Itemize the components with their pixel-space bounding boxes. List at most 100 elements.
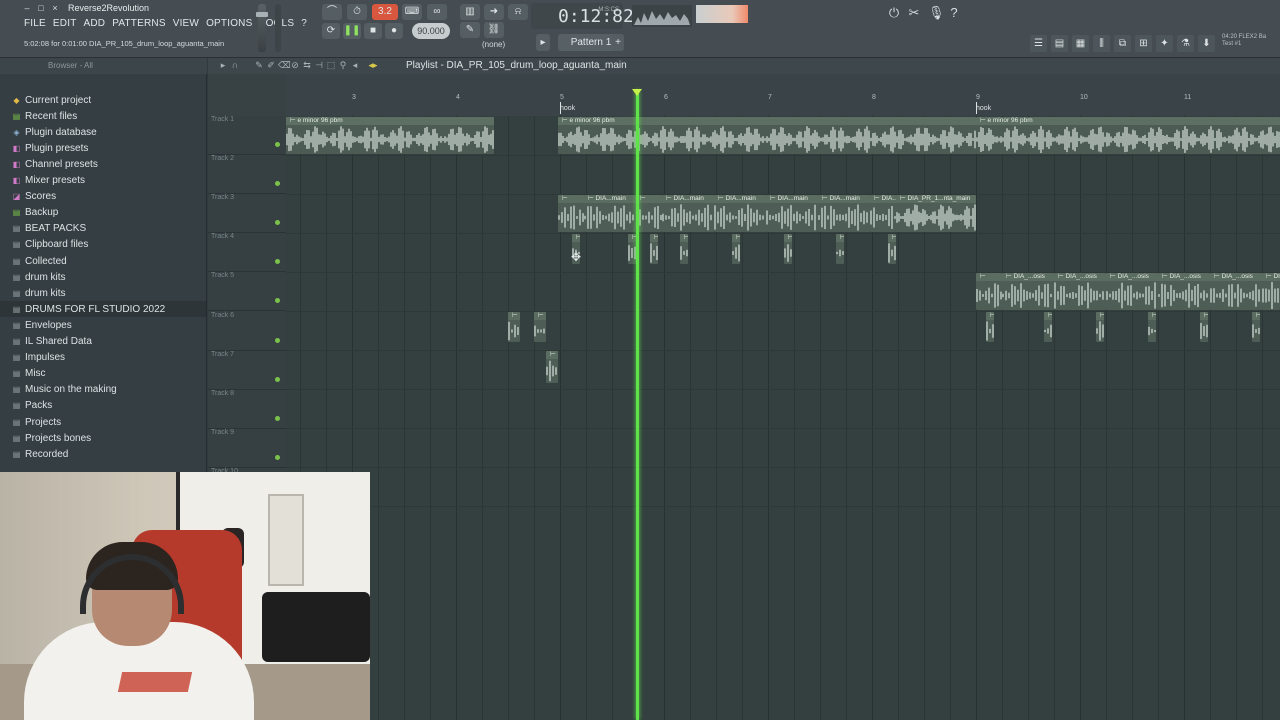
close-icon[interactable]: ×: [50, 3, 60, 13]
browser-icon[interactable]: ⊞: [1135, 35, 1152, 52]
mute-icon[interactable]: ⊘: [290, 60, 300, 71]
audio-clip[interactable]: ⊢: [836, 234, 844, 264]
browser-item[interactable]: ◪ Scores: [12, 189, 56, 205]
audio-clip[interactable]: ⊢: [636, 195, 662, 232]
track-enable-led[interactable]: [275, 142, 280, 147]
browser-item[interactable]: ▤ Projects: [12, 414, 61, 430]
restore-icon[interactable]: □: [36, 3, 46, 13]
pause-icon[interactable]: ❚❚: [343, 23, 361, 39]
clip-header[interactable]: ⊢: [986, 312, 994, 320]
audio-clip[interactable]: ⊢ e minor 96 pbm: [976, 117, 1280, 154]
help-icon[interactable]: ?: [948, 6, 960, 20]
clip-header[interactable]: ⊢: [1252, 312, 1260, 320]
track-enable-led[interactable]: [275, 220, 280, 226]
browser-item[interactable]: ▤ Envelopes: [12, 317, 72, 333]
arrow-icon[interactable]: ▸: [218, 60, 228, 71]
clip-header[interactable]: ⊢: [888, 234, 896, 242]
clip-header[interactable]: ⊢ DIA...main: [714, 195, 766, 203]
clip-header[interactable]: ⊢ DIA_...osis: [1106, 273, 1158, 281]
browser-item[interactable]: ◆ Current project: [12, 92, 91, 108]
clip-header[interactable]: ⊢: [628, 234, 636, 242]
browser-item[interactable]: ▤ drum kits: [12, 269, 66, 285]
track-header[interactable]: Track 2: [208, 155, 286, 195]
delete-icon[interactable]: ⌫: [278, 60, 291, 71]
browser-item[interactable]: ◧ Mixer presets: [12, 173, 85, 189]
draw-icon[interactable]: ✎: [254, 60, 264, 71]
audio-clip[interactable]: ⊢: [1148, 312, 1156, 342]
audio-clip[interactable]: ⊢ DIA_...osis: [1158, 273, 1210, 310]
clip-header[interactable]: ⊢: [534, 312, 546, 320]
track-header[interactable]: Track 9: [208, 429, 286, 468]
audio-clip[interactable]: ⊢: [508, 312, 520, 342]
stop-icon[interactable]: ■: [364, 23, 382, 39]
mixer-icon[interactable]: ⫼: [1093, 35, 1110, 52]
clip-header[interactable]: ⊢: [1044, 312, 1052, 320]
track-header[interactable]: Track 1: [208, 116, 286, 155]
browser-item[interactable]: ◧ Channel presets: [12, 156, 98, 172]
plugin-icon[interactable]: ⧉: [1114, 35, 1131, 52]
clip-header[interactable]: ⊢ DIA...main: [766, 195, 818, 203]
audio-clip[interactable]: ⊢ DIA...main: [818, 195, 870, 232]
clip-header[interactable]: ⊢: [558, 195, 584, 203]
time-counter[interactable]: 0:12:82 M:S:CS: [531, 3, 634, 29]
audio-clip[interactable]: ⊢: [1096, 312, 1104, 342]
clip-header[interactable]: ⊢: [572, 234, 580, 242]
clip-header[interactable]: ⊢: [1096, 312, 1104, 320]
audio-clip[interactable]: ⊢ DIA...main: [870, 195, 896, 232]
browser-title[interactable]: Browser - All: [48, 61, 93, 70]
track-enable-led[interactable]: [275, 337, 280, 343]
download-icon[interactable]: ⬇: [1198, 35, 1215, 52]
track-enable-led[interactable]: [275, 454, 280, 460]
select-icon[interactable]: ⬚: [326, 60, 336, 71]
clip-header[interactable]: ⊢ DIA_...osis: [1158, 273, 1210, 281]
browser-item[interactable]: ▤ Projects bones: [12, 430, 91, 446]
menu-add[interactable]: ADD: [84, 18, 106, 29]
audio-clip[interactable]: ⊢ DIA...main: [584, 195, 636, 232]
playlist-grid[interactable]: ⊢ e minor 96 pbm ⊢ e minor 96 pbm ⊢ e mino…: [286, 116, 1280, 720]
clip-header[interactable]: ⊢: [1200, 312, 1208, 320]
clip-header[interactable]: ⊢ e minor 96 pbm: [976, 117, 1280, 125]
audio-clip[interactable]: ⊢ DIA_...osis: [1002, 273, 1054, 310]
cpu-icon[interactable]: ⏻: [888, 6, 900, 20]
browser-item[interactable]: ▤ Packs: [12, 398, 53, 414]
mic-icon[interactable]: 🎙: [928, 6, 945, 20]
clip-header[interactable]: ⊢: [1148, 312, 1156, 320]
loop-record-icon[interactable]: ∞: [427, 4, 447, 20]
audio-clip[interactable]: ⊢ DIA_...osis: [1054, 273, 1106, 310]
audio-clip[interactable]: ⊢: [888, 234, 896, 264]
snap-selector[interactable]: (none): [482, 40, 505, 49]
audio-clip[interactable]: ⊢ DIA_...osis: [1106, 273, 1158, 310]
clip-header[interactable]: ⊢: [976, 273, 1002, 281]
browser-item[interactable]: ▤ IL Shared Data: [12, 334, 92, 350]
track-header[interactable]: Track 8: [208, 390, 286, 429]
master-pitch-slider[interactable]: [275, 4, 281, 52]
time-marker[interactable]: hook: [976, 102, 991, 114]
audio-clip[interactable]: ⊢: [650, 234, 658, 264]
paint-icon[interactable]: ✐: [266, 60, 276, 71]
audio-clip[interactable]: ⊢ e minor 96 pbm: [286, 117, 494, 154]
link-icon[interactable]: ⛓: [484, 22, 504, 38]
audio-clip[interactable]: ⊢: [534, 312, 546, 342]
record-icon[interactable]: ●: [385, 23, 403, 39]
audio-clip[interactable]: ⊢: [784, 234, 792, 264]
clip-header[interactable]: ⊢: [784, 234, 792, 242]
browser-item[interactable]: ▤ Music on the making: [12, 382, 117, 398]
audio-clip[interactable]: ⊢ DIA...main: [766, 195, 818, 232]
clip-header[interactable]: ⊢ DIA...main: [584, 195, 636, 203]
clip-header[interactable]: ⊢ DIA_...osis: [1210, 273, 1262, 281]
track-header[interactable]: Track 4: [208, 233, 286, 273]
browser-item[interactable]: ▤ Collected: [12, 253, 67, 269]
audio-clip[interactable]: ⊢ DIA...main: [714, 195, 766, 232]
wait-icon[interactable]: ⏱: [347, 4, 367, 20]
clip-header[interactable]: ⊢ DIA...main: [662, 195, 714, 203]
audio-clip[interactable]: ⊢: [1200, 312, 1208, 342]
menu-edit[interactable]: EDIT: [53, 18, 77, 29]
pattern-add-icon[interactable]: +: [612, 34, 624, 51]
track-enable-led[interactable]: [275, 298, 280, 304]
clip-header[interactable]: ⊢: [636, 195, 662, 203]
script-icon[interactable]: ⚗: [1177, 35, 1194, 52]
arrow-icon[interactable]: ➜: [484, 4, 504, 20]
zoom-icon[interactable]: ⚲: [338, 60, 348, 71]
clip-header[interactable]: ⊢: [732, 234, 740, 242]
clip-header[interactable]: ⊢: [508, 312, 520, 320]
